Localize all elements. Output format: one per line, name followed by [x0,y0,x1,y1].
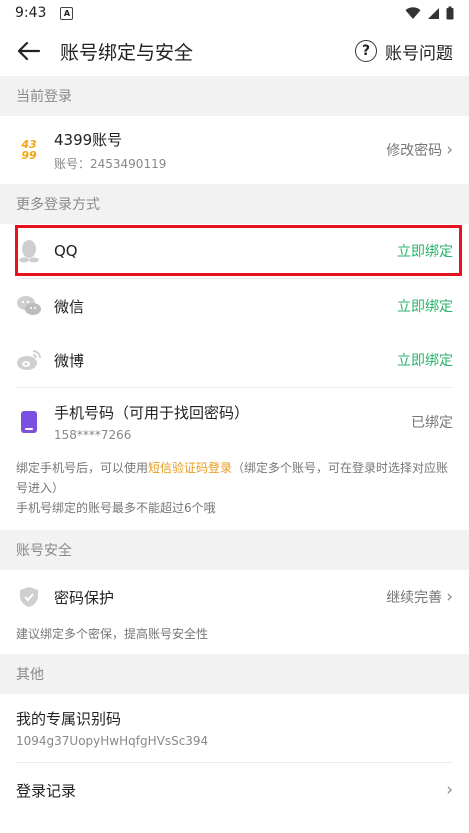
continue-complete-button[interactable]: 继续完善 › [386,587,453,607]
phone-number: 158****7266 [54,428,132,442]
account-number: 账号：2453490119 [54,156,167,171]
page-title: 账号绑定与安全 [60,41,194,64]
account-title: 4399账号 [54,130,123,149]
4399-logo-icon: 43 99 [16,137,42,163]
unique-id-label: 我的专属识别码 [16,710,122,728]
top-bar: 账号绑定与安全 ? 账号问题 [0,26,469,76]
shield-icon [16,584,42,610]
status-time: 9:43 [15,5,47,21]
account-help-button[interactable]: ? 账号问题 [355,39,453,64]
phone-label: 手机号码（可用于找回密码） [54,404,250,422]
phone-bind-status: 已绑定 [411,415,453,431]
highlight-box [15,225,462,276]
phone-limit-note: 手机号绑定的账号最多不能超过6个哦 [16,501,216,515]
section-more-login: 更多登录方式 [0,184,469,224]
password-protect-label: 密码保护 [54,588,115,607]
section-current-login: 当前登录 [0,76,469,116]
notification-icon: A [60,6,74,20]
signal-icon [428,7,439,19]
current-account-row[interactable]: 43 99 4399账号 账号：2453490119 修改密码 › [0,116,469,184]
weibo-bind-button[interactable]: 立即绑定 [397,350,453,370]
unique-id-row: 我的专属识别码 1094g37UopyHwHqfgHVsSc394 [0,694,469,762]
chevron-right-icon: › [446,587,453,607]
chevron-right-icon: › [446,780,453,800]
chevron-right-icon: › [446,140,453,160]
weibo-label: 微博 [54,351,85,370]
back-button[interactable] [16,38,42,64]
wechat-bind-button[interactable]: 立即绑定 [397,296,453,316]
section-other: 其他 [0,654,469,694]
back-arrow-icon [17,41,41,61]
wechat-label: 微信 [54,297,85,316]
section-account-security: 账号安全 [0,530,469,570]
login-record-row[interactable]: 登录记录 › [0,763,469,817]
continue-complete-label: 继续完善 [386,590,443,606]
status-bar: 9:43 A [0,0,469,26]
question-icon: ? [355,40,377,62]
change-password-label: 修改密码 [386,143,443,159]
account-help-label: 账号问题 [385,43,453,64]
logo-bottom-text: 99 [21,149,37,162]
battery-icon [446,6,454,20]
wifi-icon [405,6,421,19]
change-password-button[interactable]: 修改密码 › [386,140,453,160]
status-icons [405,6,454,20]
phone-note-text: 绑定手机号后，可以使用 [16,461,149,475]
password-protect-row[interactable]: 密码保护 继续完善 › [0,570,469,624]
phone-note: 绑定手机号后，可以使用短信验证码登录（绑定多个账号，可在登录时选择对应账号进入）… [0,456,469,530]
weibo-icon [16,347,42,373]
phone-icon [16,409,42,435]
login-record-label: 登录记录 [16,781,77,800]
phone-bind-row[interactable]: 手机号码（可用于找回密码） 158****7266 已绑定 [0,388,469,456]
security-note: 建议绑定多个密保，提高账号安全性 [16,627,209,641]
wechat-icon [16,293,42,319]
wechat-bind-row[interactable]: 微信 立即绑定 [0,279,469,333]
sms-login-link[interactable]: 短信验证码登录 [148,461,232,475]
unique-id-value: 1094g37UopyHwHqfgHVsSc394 [16,734,209,748]
qq-bind-row[interactable]: QQ 立即绑定 [0,224,469,278]
weibo-bind-row[interactable]: 微博 立即绑定 [0,333,469,387]
